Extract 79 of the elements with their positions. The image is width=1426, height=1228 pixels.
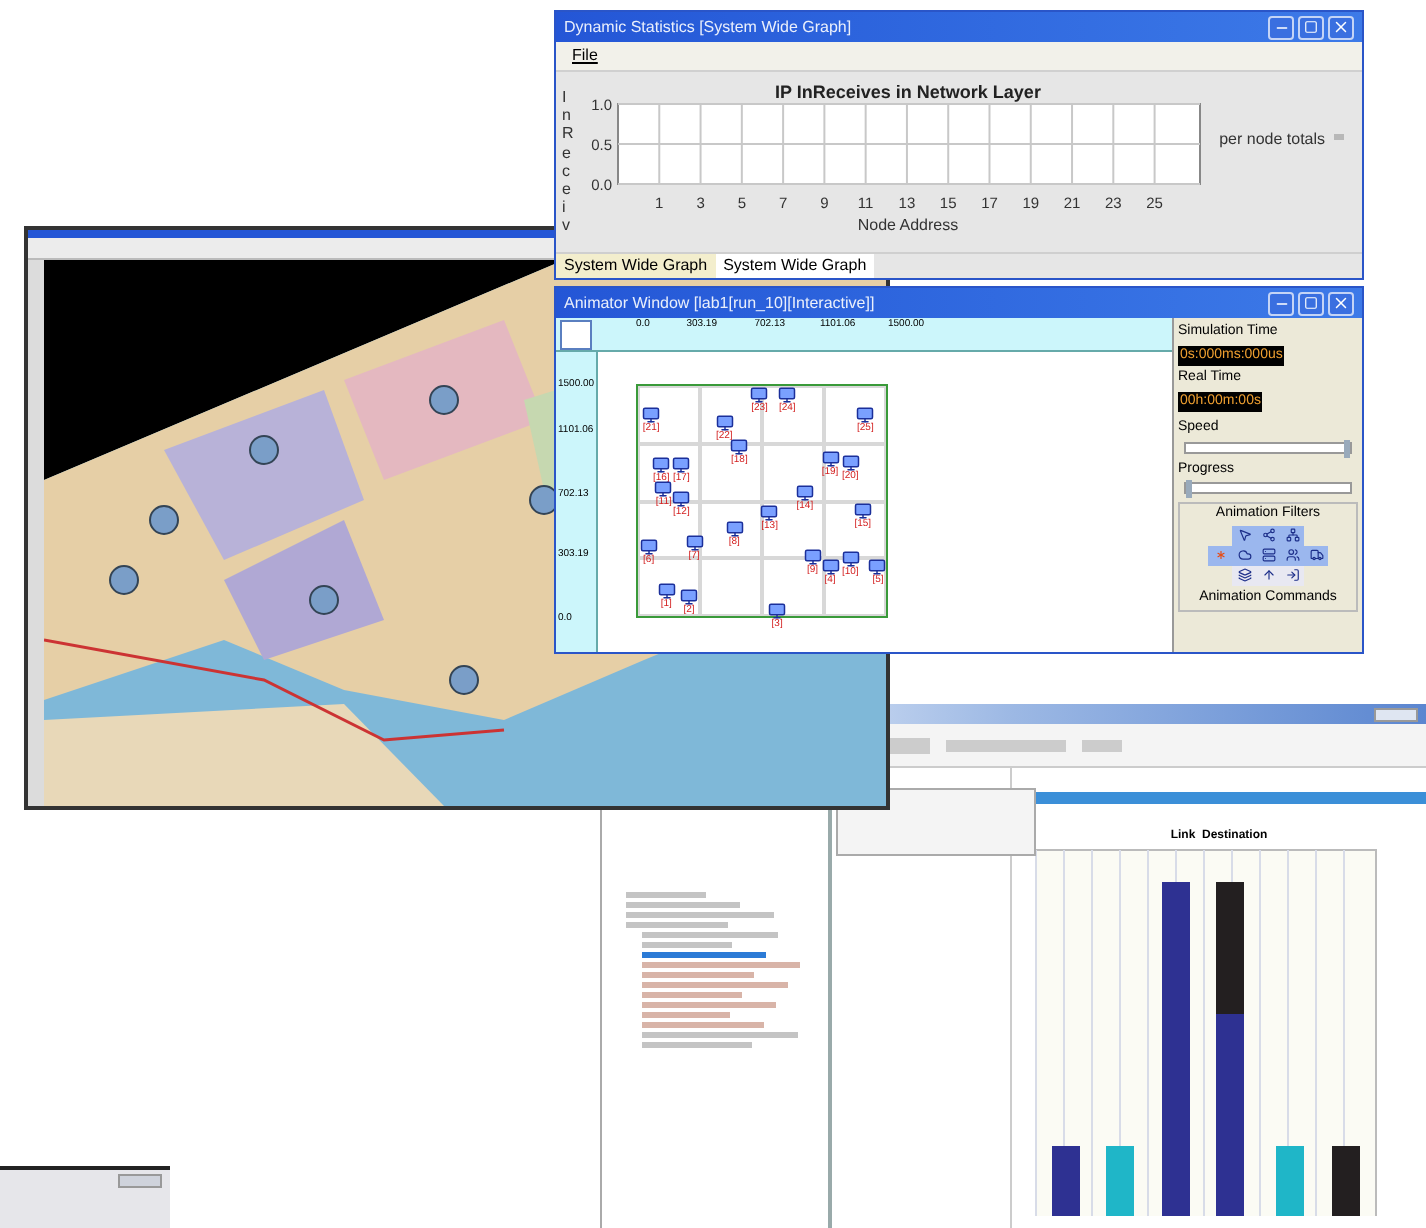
node-marker-icon <box>429 385 459 415</box>
computer-icon[interactable] <box>679 587 698 606</box>
computer-icon[interactable] <box>853 501 872 520</box>
filter-icon <box>1309 548 1323 562</box>
bar <box>1106 1146 1134 1216</box>
window-controls-icon <box>118 1174 162 1188</box>
legend-label: per node totals <box>1219 128 1326 152</box>
progress-slider[interactable] <box>1184 482 1352 494</box>
filter-icon <box>1285 528 1299 542</box>
filter-button[interactable] <box>1280 565 1304 585</box>
minimize-button[interactable] <box>1268 291 1294 315</box>
window-controls-icon <box>1374 707 1418 721</box>
tab[interactable]: System Wide Graph <box>715 254 875 278</box>
computer-icon[interactable] <box>856 405 875 424</box>
maximize-icon <box>1304 20 1318 34</box>
filter-button[interactable] <box>1304 545 1328 565</box>
computer-icon[interactable] <box>654 479 673 498</box>
filter-icon <box>1285 548 1299 562</box>
filter-icon <box>1213 548 1227 562</box>
close-button[interactable] <box>1328 15 1354 39</box>
computer-icon[interactable] <box>803 547 822 566</box>
close-button[interactable] <box>1328 291 1354 315</box>
computer-icon[interactable] <box>725 519 744 538</box>
corner-box <box>560 320 592 350</box>
computer-icon[interactable] <box>730 437 749 456</box>
computer-icon[interactable] <box>672 489 691 508</box>
close-icon <box>1332 18 1350 36</box>
filter-button[interactable] <box>1256 545 1280 565</box>
maximize-button[interactable] <box>1298 291 1324 315</box>
node-marker-icon <box>149 505 179 535</box>
title-text: Dynamic Statistics [System Wide Graph] <box>564 15 854 39</box>
computer-icon[interactable] <box>795 484 814 503</box>
computer-icon[interactable] <box>642 405 661 424</box>
bar <box>1052 1146 1080 1216</box>
y-axis-label: InReceiv <box>562 88 574 239</box>
slider-thumb[interactable] <box>1186 480 1192 498</box>
computer-icon[interactable] <box>768 601 787 620</box>
computer-icon[interactable] <box>841 550 860 569</box>
chart-title: IP InReceives in Network Layer <box>774 82 1041 102</box>
computer-icon[interactable] <box>760 503 779 522</box>
computer-icon[interactable] <box>715 414 734 433</box>
computer-icon[interactable] <box>672 456 691 475</box>
computer-icon[interactable] <box>778 386 797 405</box>
maximize-icon <box>1304 296 1318 310</box>
close-icon <box>1332 294 1350 312</box>
x-axis-label: Node Address <box>856 216 958 234</box>
computer-icon[interactable] <box>685 533 703 552</box>
menu-item[interactable]: File <box>572 44 598 68</box>
computer-icon[interactable] <box>821 449 840 468</box>
computer-icon[interactable] <box>750 386 769 405</box>
minimize-button[interactable] <box>1268 15 1294 39</box>
node-marker-icon <box>109 565 139 595</box>
tab[interactable]: System Wide Graph <box>556 254 716 278</box>
filter-button[interactable] <box>1280 525 1304 545</box>
filter-icon <box>1261 528 1275 542</box>
computer-icon[interactable] <box>639 538 658 557</box>
computer-icon[interactable] <box>841 454 860 473</box>
filter-icon <box>1285 568 1299 582</box>
bar <box>1276 1146 1304 1216</box>
filter-icon <box>1261 568 1275 582</box>
speed-slider[interactable] <box>1184 441 1352 453</box>
filter-icon <box>1261 548 1275 562</box>
node-marker-icon <box>529 485 559 515</box>
maximize-button[interactable] <box>1298 15 1324 39</box>
bar <box>1332 1146 1360 1216</box>
filter-button[interactable] <box>1232 565 1256 585</box>
node-marker-icon <box>449 665 479 695</box>
slider-thumb[interactable] <box>1344 439 1350 457</box>
legend-swatch <box>1333 134 1344 140</box>
title-text: Animator Window [lab1[run_10][Interactive]] <box>564 291 877 315</box>
filter-button[interactable] <box>1280 545 1304 565</box>
computer-icon[interactable] <box>657 582 676 601</box>
filter-button[interactable] <box>1256 525 1280 545</box>
filter-icon <box>1237 568 1251 582</box>
computer-icon[interactable] <box>652 456 671 475</box>
computer-icon[interactable] <box>868 557 887 576</box>
node-marker-icon <box>249 435 279 465</box>
computer-icon[interactable] <box>821 557 840 576</box>
node-marker-icon <box>309 585 339 615</box>
